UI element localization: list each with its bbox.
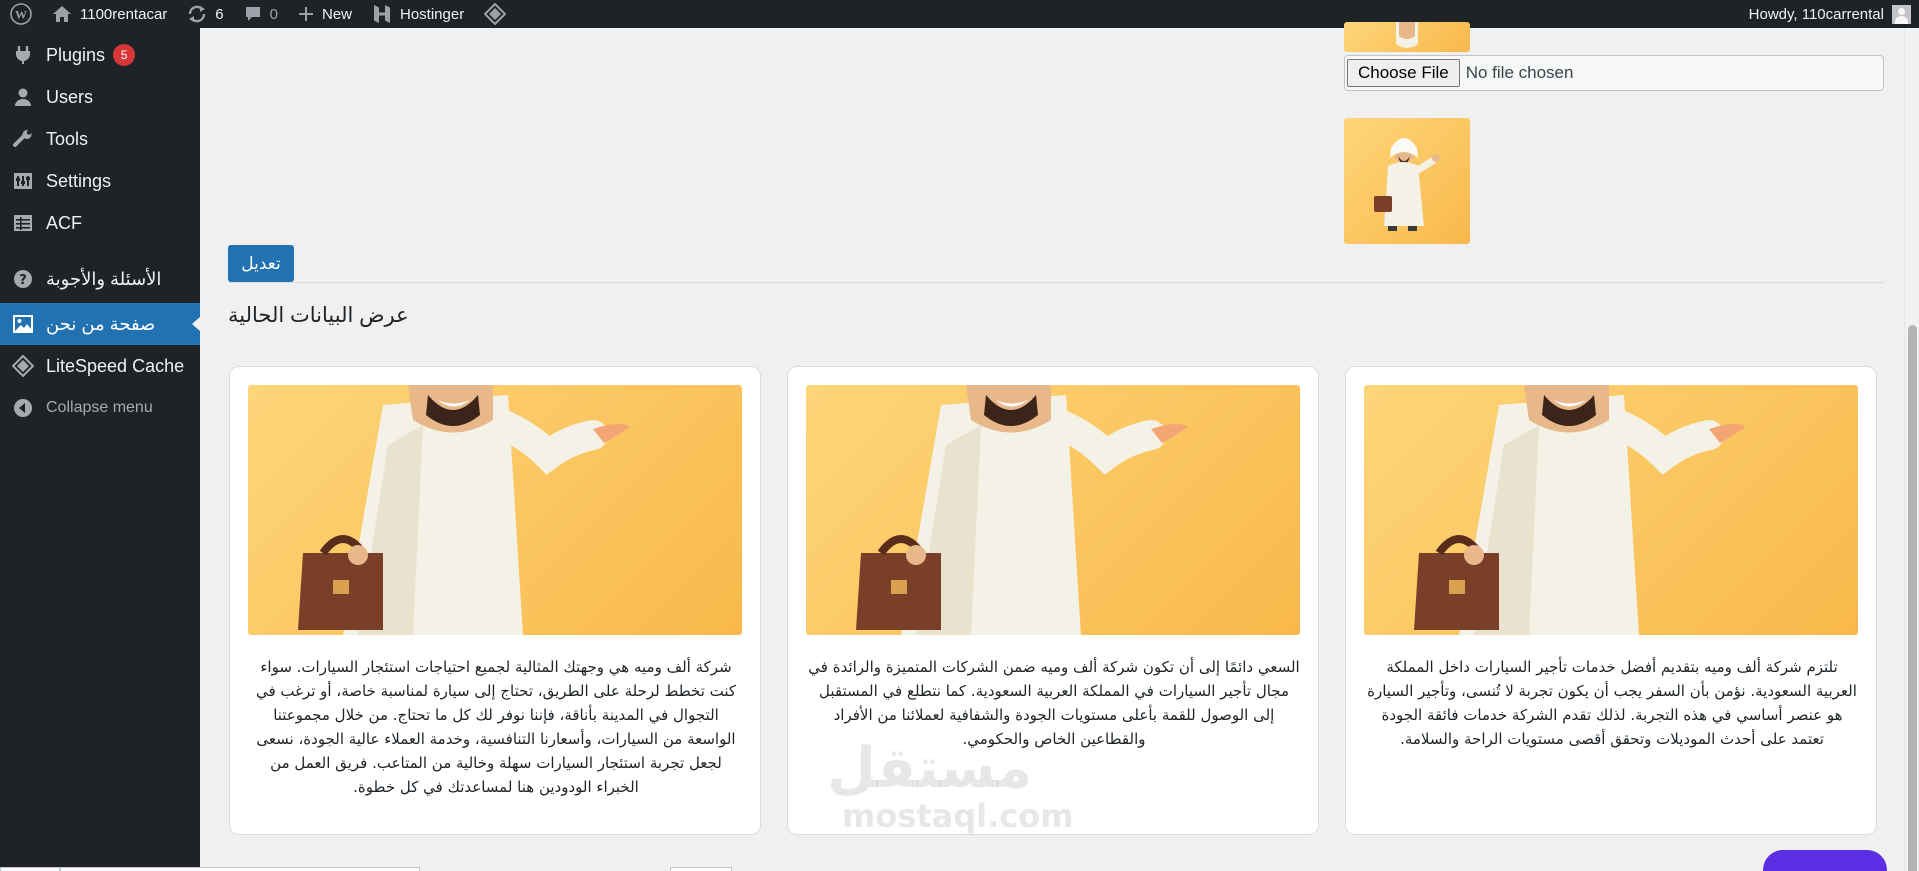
admin-bar: W 1100rentacar 6 0 New Hostinger Howdy, … — [0, 0, 1919, 28]
watermark-arabic: مستقل — [827, 736, 1032, 801]
sidebar-item-label: Settings — [46, 170, 112, 191]
question-icon: ? — [12, 268, 34, 290]
card-image — [248, 385, 742, 635]
watermark: مستقل mostaql.com — [827, 736, 1074, 835]
new-label: New — [321, 5, 352, 23]
settings-icon — [12, 170, 34, 192]
comments-count: 0 — [269, 5, 278, 23]
card-image — [1364, 385, 1858, 635]
intro-card: شركة ألف وميه هي وجهتك المثالية لجميع اح… — [229, 366, 761, 835]
sidebar-item-tools[interactable]: Tools — [0, 118, 200, 160]
plus-icon — [298, 6, 314, 22]
sidebar-item-label: Collapse menu — [46, 399, 153, 416]
watermark-latin: mostaql.com — [842, 797, 1074, 835]
home-icon — [52, 5, 72, 23]
comment-icon — [244, 5, 262, 23]
plugin-icon — [12, 44, 34, 66]
chat-widget-button[interactable] — [1763, 850, 1887, 871]
sidebar-item-label: LiteSpeed Cache — [46, 355, 185, 376]
sidebar-item-acf[interactable]: ACF — [0, 202, 200, 244]
site-name-link[interactable]: 1100rentacar — [42, 0, 177, 28]
new-content-link[interactable]: New — [288, 0, 362, 28]
choose-file-button[interactable]: Choose File — [1347, 59, 1460, 87]
hostinger-icon — [372, 4, 392, 24]
card-text: شركة ألف وميه هي وجهتك المثالية لجميع اح… — [255, 658, 737, 796]
main-content: Choose File No file chosen تعديل عرض الب… — [200, 22, 1904, 871]
bottom-element — [0, 867, 60, 871]
diamond-icon — [12, 355, 34, 377]
sidebar-item-label: الأسئلة والأجوبة — [46, 268, 162, 289]
uploaded-image-thumbnail — [1344, 118, 1470, 244]
sidebar-item-label: Tools — [46, 128, 89, 149]
comments-link[interactable]: 0 — [234, 0, 288, 28]
collapse-menu-button[interactable]: Collapse menu — [0, 387, 200, 429]
edit-button[interactable]: تعديل — [228, 245, 294, 282]
diamond-icon — [484, 3, 507, 25]
sidebar-item-label: صفحة من نحن — [46, 313, 156, 334]
plugins-update-badge: 5 — [113, 44, 136, 66]
page-scrollbar[interactable] — [1904, 28, 1919, 871]
wordpress-logo-icon[interactable]: W — [0, 0, 42, 28]
site-name: 1100rentacar — [80, 5, 168, 23]
scrollbar-thumb[interactable] — [1908, 325, 1917, 871]
hostinger-link[interactable]: Hostinger — [362, 0, 474, 28]
howdy-text: Howdy, 110carrental — [1748, 5, 1884, 23]
section-title: عرض البيانات الحالية — [228, 304, 409, 327]
image-file-field: Choose File No file chosen — [1344, 55, 1884, 91]
acf-icon — [12, 212, 34, 234]
section-divider — [228, 282, 1884, 283]
updates-link[interactable]: 6 — [177, 0, 233, 28]
image-icon — [12, 313, 34, 335]
svg-text:W: W — [15, 8, 27, 22]
file-status: No file chosen — [1465, 63, 1574, 82]
updates-count: 6 — [215, 5, 224, 23]
wrench-icon — [12, 128, 34, 150]
sidebar-item-label: Users — [46, 86, 94, 107]
sidebar-item-faq[interactable]: ? الأسئلة والأجوبة — [0, 258, 200, 300]
sidebar-item-plugins[interactable]: Plugins 5 — [0, 34, 200, 76]
about-card: تلتزم شركة ألف وميه بتقديم أفضل خدمات تأ… — [1345, 366, 1877, 835]
my-account-link[interactable]: Howdy, 110carrental — [1739, 0, 1919, 28]
bottom-element — [670, 867, 732, 871]
sidebar-item-users[interactable]: Users — [0, 76, 200, 118]
sidebar-item-settings[interactable]: Settings — [0, 160, 200, 202]
avatar — [1892, 4, 1911, 24]
svg-text:?: ? — [19, 273, 27, 288]
sidebar-item-label: ACF — [46, 212, 82, 233]
collapse-icon — [12, 397, 34, 419]
sidebar-item-label: Plugins — [46, 44, 106, 65]
updates-icon — [187, 4, 207, 24]
litespeed-bar-link[interactable] — [474, 0, 516, 28]
hostinger-label: Hostinger — [400, 5, 465, 23]
admin-sidebar: Plugins 5 Users Tools Settings ACF ? الأ… — [0, 28, 201, 871]
users-icon — [12, 86, 34, 108]
previous-image-thumbnail — [1344, 22, 1470, 52]
bottom-element — [60, 867, 420, 871]
card-image — [806, 385, 1300, 635]
card-text: تلتزم شركة ألف وميه بتقديم أفضل خدمات تأ… — [1367, 658, 1857, 748]
sidebar-item-litespeed[interactable]: LiteSpeed Cache — [0, 345, 200, 387]
sidebar-item-about-page[interactable]: صفحة من نحن — [0, 303, 201, 345]
